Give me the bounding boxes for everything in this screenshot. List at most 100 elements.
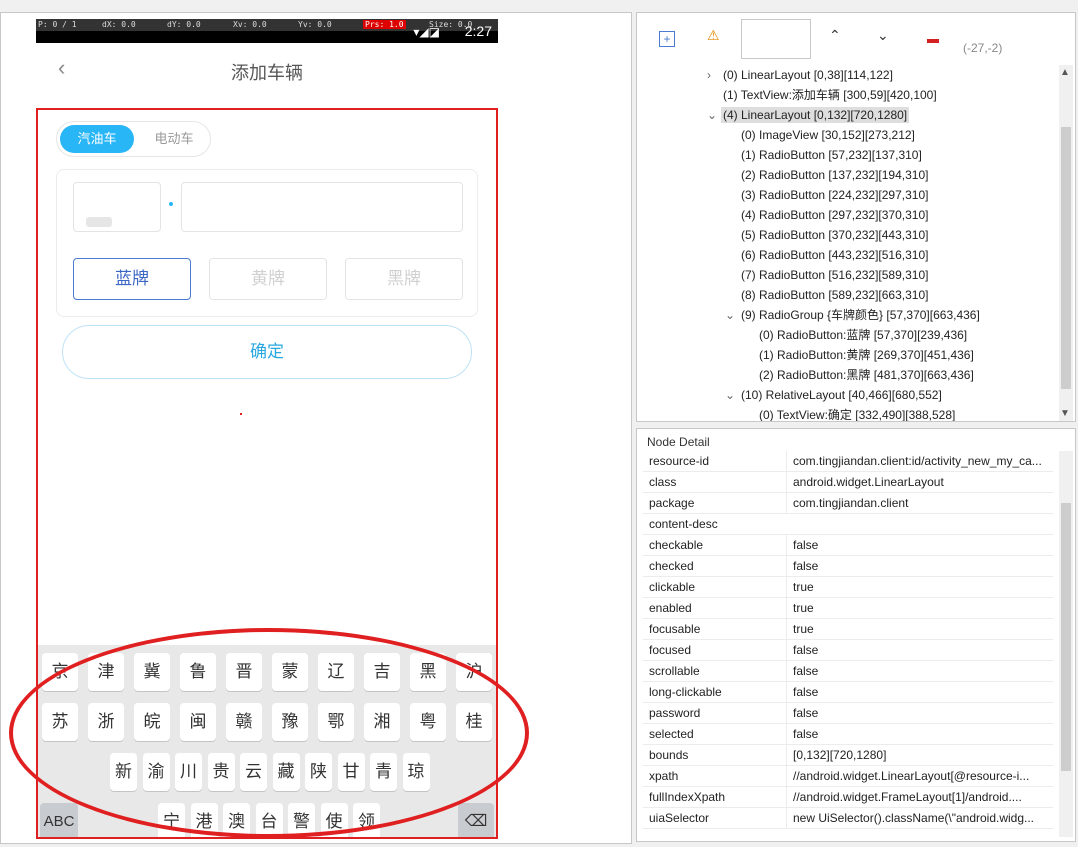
scroll-down-icon[interactable]: ▼ [1060,408,1070,419]
detail-key: package [649,496,695,510]
detail-scrollbar[interactable] [1059,451,1073,837]
detail-key: focused [649,643,692,657]
cursor-coordinates: (-27,-2) [963,41,1003,55]
title-bar: ‹ 添加车辆 [36,43,498,95]
detail-row[interactable]: selected false [643,724,1053,745]
selected-node-highlight [36,108,498,839]
tree-node-label: (0) TextView:确定 [332,490][388,528] [759,408,956,421]
expand-all-icon[interactable]: + [659,31,675,47]
hierarchy-pane: + ⚠ ⌃ ⌄ (-27,-2) › (0) LinearLayout [0,38… [636,12,1076,422]
detail-row[interactable]: class android.widget.LinearLayout [643,472,1053,493]
detail-row[interactable]: checked false [643,556,1053,577]
detail-key: focusable [649,622,701,636]
detail-key: enabled [649,601,692,615]
pointer-yv: Yv: 0.0 [298,20,332,29]
tree-node[interactable]: (1) TextView:添加车辆 [300,59][420,100] [707,85,939,105]
tree-node-label: (0) LinearLayout [0,38][114,122] [723,68,893,82]
detail-row[interactable]: clickable true [643,577,1053,598]
tree-node[interactable]: (2) RadioButton [137,232][194,310] [725,165,930,185]
detail-row[interactable]: enabled true [643,598,1053,619]
detail-key: content-desc [649,517,718,531]
tree-node[interactable]: ⌄ (9) RadioGroup {车牌颜色} [57,370][663,436] [725,305,982,325]
tree-node-label: (0) ImageView [30,152][273,212] [741,128,915,142]
tree-node[interactable]: › (0) LinearLayout [0,38][114,122] [707,65,895,85]
detail-value: false [786,661,1050,681]
collapse-icon[interactable] [927,39,939,43]
tree-node[interactable]: (1) RadioButton:黄牌 [269,370][451,436] [743,345,976,365]
detail-value: true [786,598,1050,618]
detail-value: false [786,682,1050,702]
warning-icon[interactable]: ⚠ [707,27,720,44]
detail-key: bounds [649,748,689,762]
next-icon[interactable]: ⌄ [877,27,889,44]
status-bar: P: 0 / 1 dX: 0.0 dY: 0.0 Xv: 0.0 Yv: 0.0… [36,19,498,43]
tree-node[interactable]: (8) RadioButton [589,232][663,310] [725,285,930,305]
collapse-arrow-icon[interactable]: ⌄ [725,305,739,325]
detail-value: //android.widget.FrameLayout[1]/android.… [786,787,1050,807]
search-box[interactable] [741,19,811,59]
tree-node-label: (3) RadioButton [224,232][297,310] [741,188,929,202]
pointer-dy: dY: 0.0 [167,20,201,29]
tree-node[interactable]: (0) ImageView [30,152][273,212] [725,125,917,145]
tree-node[interactable]: (0) TextView:确定 [332,490][388,528] [743,405,957,421]
tree-node-label: (5) RadioButton [370,232][443,310] [741,228,929,242]
detail-row[interactable]: xpath //android.widget.LinearLayout[@reso… [643,766,1053,787]
detail-row[interactable]: focused false [643,640,1053,661]
scroll-thumb[interactable] [1061,503,1071,771]
detail-row[interactable]: resource-id com.tingjiandan.client:id/act… [643,451,1053,472]
tree-node[interactable]: ⌄ (10) RelativeLayout [40,466][680,552] [725,385,944,405]
tree-node[interactable]: ⌄ (4) LinearLayout [0,132][720,1280] [707,105,910,125]
detail-value: true [786,619,1050,639]
tree-node[interactable]: (6) RadioButton [443,232][516,310] [725,245,930,265]
detail-key: scrollable [649,664,700,678]
detail-key: password [649,706,701,720]
detail-row[interactable]: focusable true [643,619,1053,640]
tree-node-label: (1) RadioButton [57,232][137,310] [741,148,922,162]
expand-arrow-icon[interactable]: › [707,65,721,85]
tree-node-label: (4) RadioButton [297,232][370,310] [741,208,929,222]
detail-row[interactable]: long-clickable false [643,682,1053,703]
tree-node[interactable]: (0) RadioButton:蓝牌 [57,370][239,436] [743,325,969,345]
tree-node[interactable]: (7) RadioButton [516,232][589,310] [725,265,930,285]
previous-icon[interactable]: ⌃ [829,27,841,44]
hierarchy-tree: › (0) LinearLayout [0,38][114,122] (1) Tex… [639,65,1057,421]
tree-node[interactable]: (2) RadioButton:黑牌 [481,370][663,436] [743,365,976,385]
tree-node[interactable]: (5) RadioButton [370,232][443,310] [725,225,930,245]
tree-node-label: (10) RelativeLayout [40,466][680,552] [741,388,942,402]
detail-key: clickable [649,580,696,594]
screenshot-pane: P: 0 / 1 dX: 0.0 dY: 0.0 Xv: 0.0 Yv: 0.0… [0,12,632,844]
detail-value: false [786,724,1050,744]
pointer-pressure: Prs: 1.0 [363,20,406,29]
detail-key: resource-id [649,454,710,468]
tree-node-label: (1) RadioButton:黄牌 [269,370][451,436] [759,348,974,362]
detail-key: class [649,475,677,489]
node-detail-pane: Node Detail resource-id com.tingjiandan.c… [636,428,1076,842]
scroll-thumb[interactable] [1061,127,1071,389]
detail-value: true [786,577,1050,597]
detail-value: android.widget.LinearLayout [786,472,1050,492]
detail-row[interactable]: scrollable false [643,661,1053,682]
detail-row[interactable]: uiaSelector new UiSelector().className(\"… [643,808,1053,829]
tree-node[interactable]: (4) RadioButton [297,232][370,310] [725,205,930,225]
detail-row[interactable]: content-desc [643,514,1053,535]
detail-row[interactable]: fullIndexXpath //android.widget.FrameLayo… [643,787,1053,808]
detail-row[interactable]: package com.tingjiandan.client [643,493,1053,514]
tree-toolbar: + ⚠ ⌃ ⌄ (-27,-2) [637,13,1075,63]
tree-node-label: (2) RadioButton [137,232][194,310] [741,168,929,182]
signal-battery-icon: ▾◢◪ [413,25,440,39]
tree-node-label: (6) RadioButton [443,232][516,310] [741,248,929,262]
detail-row[interactable]: checkable false [643,535,1053,556]
detail-row[interactable]: bounds [0,132][720,1280] [643,745,1053,766]
device-screen: P: 0 / 1 dX: 0.0 dY: 0.0 Xv: 0.0 Yv: 0.0… [36,19,498,839]
scroll-up-icon[interactable]: ▲ [1060,67,1070,78]
collapse-arrow-icon[interactable]: ⌄ [725,385,739,405]
tree-node[interactable]: (3) RadioButton [224,232][297,310] [725,185,930,205]
node-detail-title: Node Detail [647,435,710,449]
detail-row[interactable]: password false [643,703,1053,724]
tree-node-label: (7) RadioButton [516,232][589,310] [741,268,929,282]
tree-node[interactable]: (1) RadioButton [57,232][137,310] [725,145,924,165]
tree-node-label: (1) TextView:添加车辆 [300,59][420,100] [723,88,937,102]
tree-scrollbar[interactable]: ▲ ▼ [1059,65,1073,421]
detail-key: selected [649,727,694,741]
collapse-arrow-icon[interactable]: ⌄ [707,105,721,125]
